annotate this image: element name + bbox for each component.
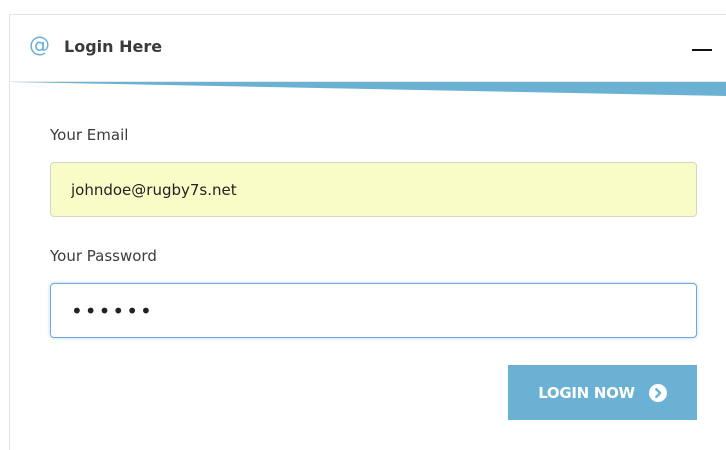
password-field[interactable]	[50, 283, 697, 338]
email-label: Your Email	[50, 126, 129, 144]
panel-header[interactable]: @ Login Here	[10, 15, 726, 82]
login-now-label: LOGIN NOW	[538, 383, 635, 402]
email-field[interactable]	[50, 162, 697, 217]
accent-band	[10, 82, 726, 96]
at-icon: @	[29, 33, 50, 57]
minus-icon[interactable]	[692, 49, 712, 51]
arrow-circle-right-icon	[648, 383, 667, 402]
login-panel: @ Login Here Your Email Your Password LO…	[9, 14, 726, 450]
password-label: Your Password	[50, 247, 157, 265]
panel-title: Login Here	[64, 37, 163, 56]
login-now-button[interactable]: LOGIN NOW	[508, 365, 697, 420]
